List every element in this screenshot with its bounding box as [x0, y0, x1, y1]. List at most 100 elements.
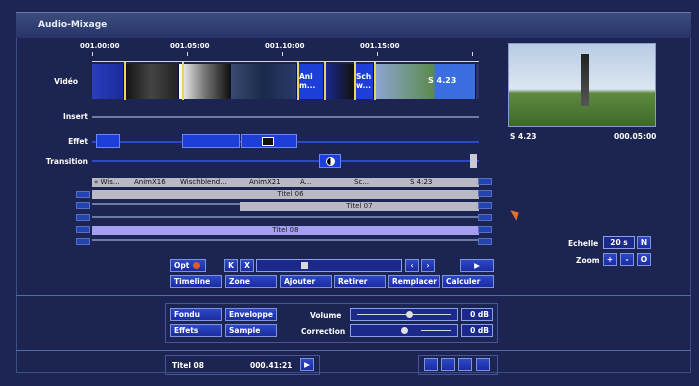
- scale-label: Echelle: [568, 239, 599, 248]
- track-side-button[interactable]: [478, 238, 492, 245]
- go-start-button[interactable]: K: [224, 259, 238, 272]
- envelope-button[interactable]: Enveloppe: [225, 308, 277, 321]
- remove-button[interactable]: Retirer: [334, 275, 386, 288]
- prev-button[interactable]: ‹: [405, 259, 419, 272]
- title-bar-selected[interactable]: Titel 08: [92, 226, 479, 235]
- home-button[interactable]: [476, 358, 490, 371]
- video-clip[interactable]: [124, 64, 179, 99]
- title-bar[interactable]: Titel 06: [92, 190, 479, 199]
- scene-item[interactable]: Wischblend...: [180, 178, 227, 187]
- view-button[interactable]: [441, 358, 455, 371]
- calculate-button[interactable]: Calculer: [442, 275, 494, 288]
- video-clip-selected[interactable]: S 4.23: [374, 64, 476, 99]
- preview-monitor[interactable]: [508, 43, 656, 127]
- volume-slider[interactable]: [350, 308, 458, 321]
- replace-button[interactable]: Remplacer: [388, 275, 440, 288]
- add-button[interactable]: Ajouter: [280, 275, 332, 288]
- status-title: Titel 08: [172, 361, 204, 370]
- ruler-label-1: 001.05:00: [170, 42, 210, 50]
- video-clip-anim[interactable]: Ani m...: [297, 64, 324, 99]
- window-titlebar: Audio-Mixage: [16, 12, 691, 38]
- track-side-button[interactable]: [478, 226, 492, 233]
- track-side-button[interactable]: [478, 214, 492, 221]
- track-side-button[interactable]: [76, 202, 90, 209]
- clip-label: S 4.23: [428, 76, 457, 85]
- scene-item[interactable]: Sc...: [354, 178, 369, 187]
- opt-label: Opt: [174, 261, 190, 270]
- volume-value: 0 dB: [461, 308, 493, 321]
- record-icon: [193, 262, 200, 269]
- scene-item[interactable]: AnimX16: [134, 178, 166, 187]
- correction-slider[interactable]: [350, 324, 458, 337]
- scene-item[interactable]: AnimX21: [249, 178, 281, 187]
- correction-label: Correction: [301, 327, 346, 336]
- scale-n-button[interactable]: N: [637, 236, 651, 249]
- scale-value[interactable]: 20 s: [603, 236, 635, 249]
- view-button[interactable]: [424, 358, 438, 371]
- scene-item[interactable]: S 4:23: [410, 178, 432, 187]
- track-side-button[interactable]: [478, 202, 492, 209]
- clip-marker: [324, 62, 326, 100]
- ruler-tick: [472, 52, 473, 56]
- video-clip-schw[interactable]: Sch w...: [354, 64, 374, 99]
- title-track[interactable]: [92, 216, 479, 218]
- ruler-label-2: 001.10:00: [265, 42, 305, 50]
- opt-button[interactable]: Opt: [170, 259, 206, 272]
- effects-button[interactable]: Effets: [170, 324, 222, 337]
- video-clip[interactable]: [179, 64, 231, 99]
- go-end-button[interactable]: X: [240, 259, 254, 272]
- clip-marker: [124, 62, 126, 100]
- video-clip[interactable]: [324, 64, 354, 99]
- clip-marker: [182, 62, 184, 100]
- effect-clip[interactable]: [96, 134, 120, 148]
- zone-button[interactable]: Zone: [225, 275, 277, 288]
- effect-clip[interactable]: [241, 134, 297, 148]
- timeline-ruler[interactable]: [92, 52, 479, 62]
- scene-item[interactable]: A...: [300, 178, 311, 187]
- transition-icon: [326, 157, 335, 166]
- timeline-button[interactable]: Timeline: [170, 275, 222, 288]
- position-slider[interactable]: [256, 259, 402, 272]
- track-side-button[interactable]: [76, 191, 90, 198]
- clip-marker: [297, 62, 299, 100]
- title-bar[interactable]: Titel 07: [240, 202, 479, 211]
- video-clip[interactable]: [231, 64, 297, 99]
- zoom-label: Zoom: [576, 256, 600, 265]
- view-button[interactable]: [458, 358, 472, 371]
- track-side-button[interactable]: [76, 214, 90, 221]
- track-side-button[interactable]: [76, 226, 90, 233]
- title-track[interactable]: [92, 239, 479, 241]
- ruler-label-3: 001.15:00: [360, 42, 400, 50]
- video-clip[interactable]: [92, 64, 124, 99]
- ruler-tick: [377, 52, 378, 56]
- preview-duration: 000.05:00: [614, 132, 657, 141]
- effect-clip[interactable]: [182, 134, 240, 148]
- sample-button[interactable]: Sample: [225, 324, 277, 337]
- zoom-minus-button[interactable]: -: [620, 253, 634, 266]
- track-side-button[interactable]: [76, 238, 90, 245]
- zoom-plus-button[interactable]: +: [603, 253, 617, 266]
- fade-button[interactable]: Fondu: [170, 308, 222, 321]
- correction-thumb[interactable]: [401, 327, 408, 334]
- main-window: Audio-Mixage 001.00:00 001.05:00 001.10:…: [0, 0, 699, 386]
- slider-thumb[interactable]: [301, 262, 308, 269]
- zoom-o-button[interactable]: O: [637, 253, 651, 266]
- window-title: Audio-Mixage: [38, 20, 108, 30]
- ruler-tick: [187, 52, 188, 56]
- track-side-button[interactable]: [478, 190, 492, 197]
- transition-end[interactable]: [470, 154, 477, 168]
- volume-thumb[interactable]: [405, 311, 413, 318]
- play-button[interactable]: ▶: [460, 259, 494, 272]
- volume-track: [357, 314, 451, 315]
- scene-bar[interactable]: « Wis... AnimX16 Wischblend... AnimX21 A…: [92, 178, 479, 187]
- transition-clip[interactable]: [319, 154, 341, 168]
- track-side-button[interactable]: [478, 178, 492, 185]
- transition-track[interactable]: [92, 160, 479, 162]
- section-divider: [16, 350, 691, 351]
- insert-track[interactable]: [92, 116, 479, 118]
- next-button[interactable]: ›: [421, 259, 435, 272]
- status-play-button[interactable]: ▶: [300, 358, 314, 371]
- correction-track: [421, 330, 451, 331]
- lighthouse-image: [581, 54, 589, 106]
- scene-item[interactable]: « Wis...: [94, 178, 120, 187]
